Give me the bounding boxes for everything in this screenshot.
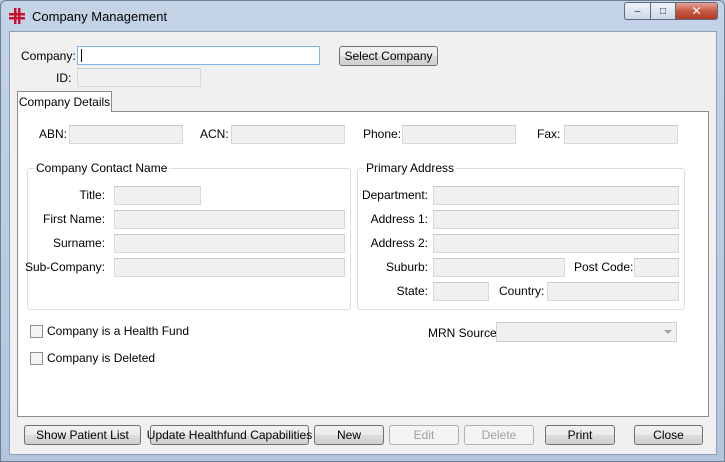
- company-input[interactable]: [77, 46, 320, 65]
- edit-button[interactable]: Edit: [389, 425, 459, 445]
- address1-field[interactable]: [433, 210, 679, 229]
- sub-company-label: Sub-Company:: [24, 260, 105, 274]
- window-controls: – □ ✕: [624, 2, 718, 21]
- close-icon: ✕: [691, 4, 702, 18]
- close-button[interactable]: Close: [634, 425, 703, 445]
- company-contact-group: Company Contact Name Title: First Name: …: [24, 161, 351, 310]
- mrn-source-label: MRN Source:: [428, 326, 501, 340]
- abn-field[interactable]: [69, 125, 183, 144]
- minimize-button[interactable]: –: [624, 2, 650, 20]
- title-field[interactable]: [114, 186, 201, 205]
- acn-label: ACN:: [200, 127, 229, 141]
- suburb-label: Suburb:: [385, 260, 428, 274]
- country-label: Country:: [499, 284, 545, 298]
- title-label: Title:: [79, 188, 105, 202]
- print-button[interactable]: Print: [545, 425, 615, 445]
- address2-label: Address 2:: [370, 236, 428, 250]
- dropdown-arrow-icon: [664, 330, 672, 334]
- new-button[interactable]: New: [314, 425, 384, 445]
- department-label: Department:: [361, 188, 428, 202]
- text-caret: [81, 49, 82, 62]
- company-label: Company:: [21, 49, 76, 63]
- select-company-button[interactable]: Select Company: [339, 46, 438, 66]
- company-management-window: Company Management – □ ✕ Company: Select…: [0, 0, 725, 462]
- update-healthfund-button[interactable]: Update Healthfund Capabilities: [147, 425, 312, 445]
- minimize-icon: –: [634, 5, 641, 17]
- phone-field[interactable]: [402, 125, 516, 144]
- close-window-button[interactable]: ✕: [675, 2, 718, 20]
- health-fund-label: Company is a Health Fund: [47, 324, 190, 338]
- sub-company-field[interactable]: [114, 258, 345, 277]
- health-fund-checkbox[interactable]: Company is a Health Fund: [30, 324, 189, 338]
- deleted-label: Company is Deleted: [47, 351, 156, 365]
- address1-label: Address 1:: [370, 212, 428, 226]
- show-patient-list-button[interactable]: Show Patient List: [24, 425, 141, 445]
- first-name-label: First Name:: [42, 212, 105, 226]
- country-field[interactable]: [547, 282, 679, 301]
- window-title: Company Management: [32, 9, 168, 24]
- tab-label: Company Details: [18, 95, 111, 109]
- company-details-panel: ABN: ACN: Phone: Fax: Company Contact Na…: [17, 111, 709, 417]
- postcode-field[interactable]: [634, 258, 679, 277]
- primary-address-title: Primary Address: [364, 161, 457, 175]
- department-field[interactable]: [433, 186, 679, 205]
- suburb-field[interactable]: [433, 258, 565, 277]
- tab-company-details[interactable]: Company Details: [17, 91, 112, 112]
- abn-label: ABN:: [39, 127, 68, 141]
- maximize-icon: □: [659, 5, 667, 17]
- client-area: Company: Select Company ID: Company Deta…: [9, 31, 717, 455]
- state-label: State:: [396, 284, 428, 298]
- maximize-button[interactable]: □: [650, 2, 675, 20]
- primary-address-group: Primary Address Department: Address 1: A…: [357, 161, 685, 310]
- phone-label: Phone:: [363, 127, 402, 141]
- first-name-field[interactable]: [114, 210, 345, 229]
- address2-field[interactable]: [433, 234, 679, 253]
- deleted-checkbox-box[interactable]: [30, 351, 43, 365]
- fax-field[interactable]: [564, 125, 678, 144]
- acn-field[interactable]: [231, 125, 345, 144]
- id-field: [77, 68, 201, 87]
- mrn-source-select[interactable]: [496, 322, 677, 342]
- fax-label: Fax:: [537, 127, 561, 141]
- company-contact-title: Company Contact Name: [34, 161, 170, 175]
- surname-label: Surname:: [52, 236, 105, 250]
- medical-cross-icon: [9, 8, 25, 24]
- health-fund-checkbox-box[interactable]: [30, 324, 43, 338]
- delete-button[interactable]: Delete: [464, 425, 534, 445]
- deleted-checkbox[interactable]: Company is Deleted: [30, 351, 155, 365]
- state-field[interactable]: [433, 282, 489, 301]
- surname-field[interactable]: [114, 234, 345, 253]
- title-bar[interactable]: Company Management – □ ✕: [1, 1, 724, 31]
- postcode-label: Post Code:: [574, 260, 634, 274]
- id-label: ID:: [56, 71, 72, 85]
